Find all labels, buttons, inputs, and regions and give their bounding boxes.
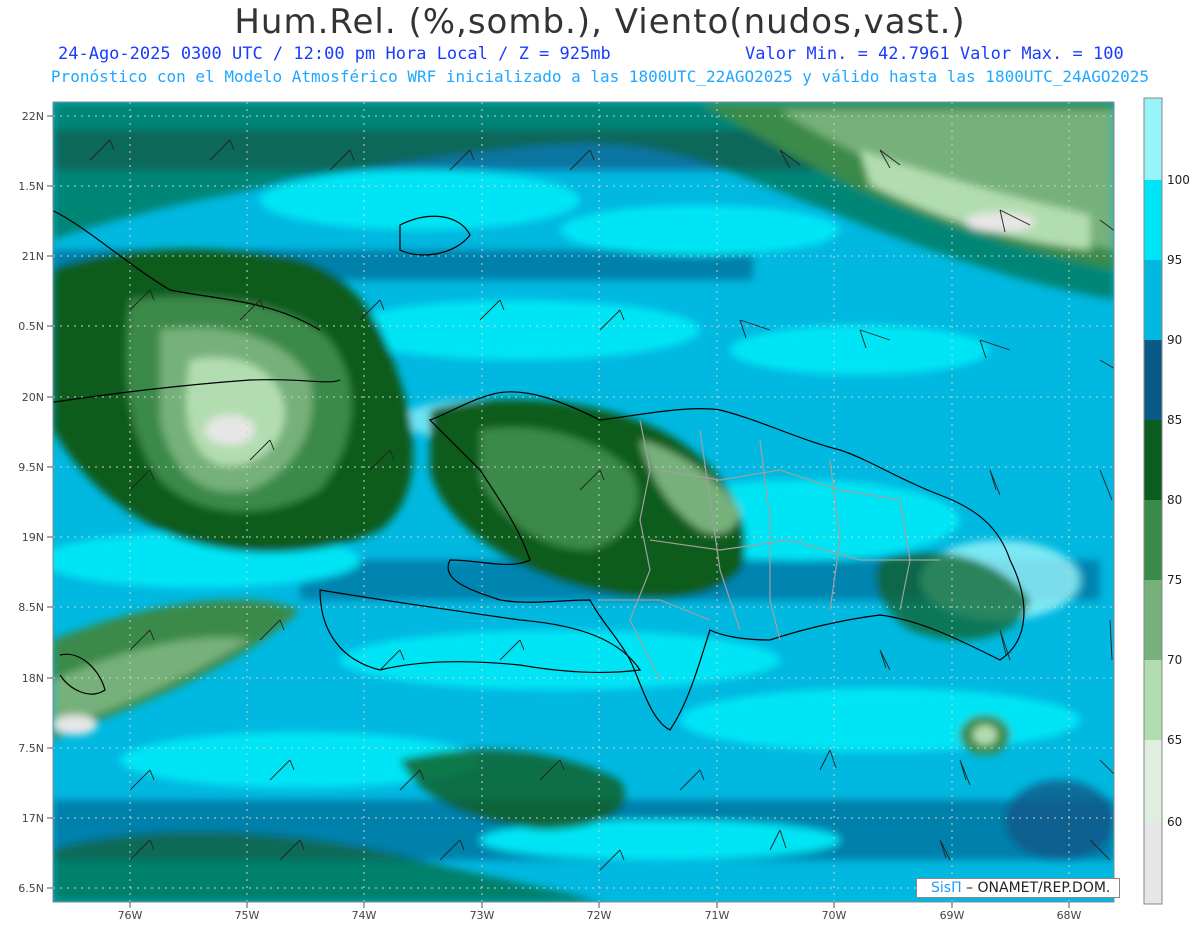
- colorbar: 100 95 90 85 80 75 70 65 60: [1143, 97, 1190, 905]
- colorbar-swatch: [1144, 340, 1162, 420]
- humidity-map: 76W 75W 74W 73W 72W 71W 70W 69W 68W 22N …: [18, 97, 1190, 922]
- x-tick-label: 71W: [705, 909, 730, 922]
- colorbar-swatch: [1144, 822, 1162, 904]
- colorbar-swatch: [1144, 180, 1162, 260]
- x-tick-label: 74W: [352, 909, 377, 922]
- y-tick-label: 22N: [22, 110, 44, 123]
- colorbar-label: 60: [1167, 815, 1182, 829]
- colorbar-label: 70: [1167, 653, 1182, 667]
- colorbar-label: 85: [1167, 413, 1182, 427]
- colorbar-label: 75: [1167, 573, 1182, 587]
- y-tick-label: 17N: [22, 812, 44, 825]
- colorbar-swatch: [1144, 420, 1162, 500]
- credit-text: – ONAMET/REP.DOM.: [961, 880, 1111, 896]
- colorbar-swatch: [1144, 98, 1162, 180]
- y-tick-label: 20N: [22, 391, 44, 404]
- x-tick-label: 73W: [470, 909, 495, 922]
- x-tick-label: 70W: [822, 909, 847, 922]
- colorbar-swatch: [1144, 260, 1162, 340]
- humidity-field: [53, 102, 1114, 902]
- colorbar-swatch: [1144, 660, 1162, 740]
- x-tick-label: 69W: [940, 909, 965, 922]
- colorbar-swatch: [1144, 500, 1162, 580]
- y-tick-label: 0.5N: [18, 320, 44, 333]
- credit-badge: SisΠ – ONAMET/REP.DOM.: [916, 878, 1120, 898]
- colorbar-label: 95: [1167, 253, 1182, 267]
- colorbar-label: 90: [1167, 333, 1182, 347]
- x-tick-label: 68W: [1057, 909, 1082, 922]
- y-tick-label: 6.5N: [18, 882, 44, 895]
- credit-brand: SisΠ: [931, 880, 962, 896]
- colorbar-swatch: [1144, 740, 1162, 822]
- colorbar-label: 65: [1167, 733, 1182, 747]
- y-tick-label: 18N: [22, 672, 44, 685]
- y-tick-label: 8.5N: [18, 601, 44, 614]
- y-tick-label: 7.5N: [18, 742, 44, 755]
- colorbar-label: 80: [1167, 493, 1182, 507]
- x-tick-label: 72W: [587, 909, 612, 922]
- y-tick-label: 9.5N: [18, 461, 44, 474]
- y-tick-label: 1.5N: [18, 180, 44, 193]
- colorbar-label: 100: [1167, 173, 1190, 187]
- colorbar-swatch: [1144, 580, 1162, 660]
- x-tick-label: 76W: [118, 909, 143, 922]
- y-tick-label: 19N: [22, 531, 44, 544]
- y-tick-label: 21N: [22, 250, 44, 263]
- x-tick-label: 75W: [235, 909, 260, 922]
